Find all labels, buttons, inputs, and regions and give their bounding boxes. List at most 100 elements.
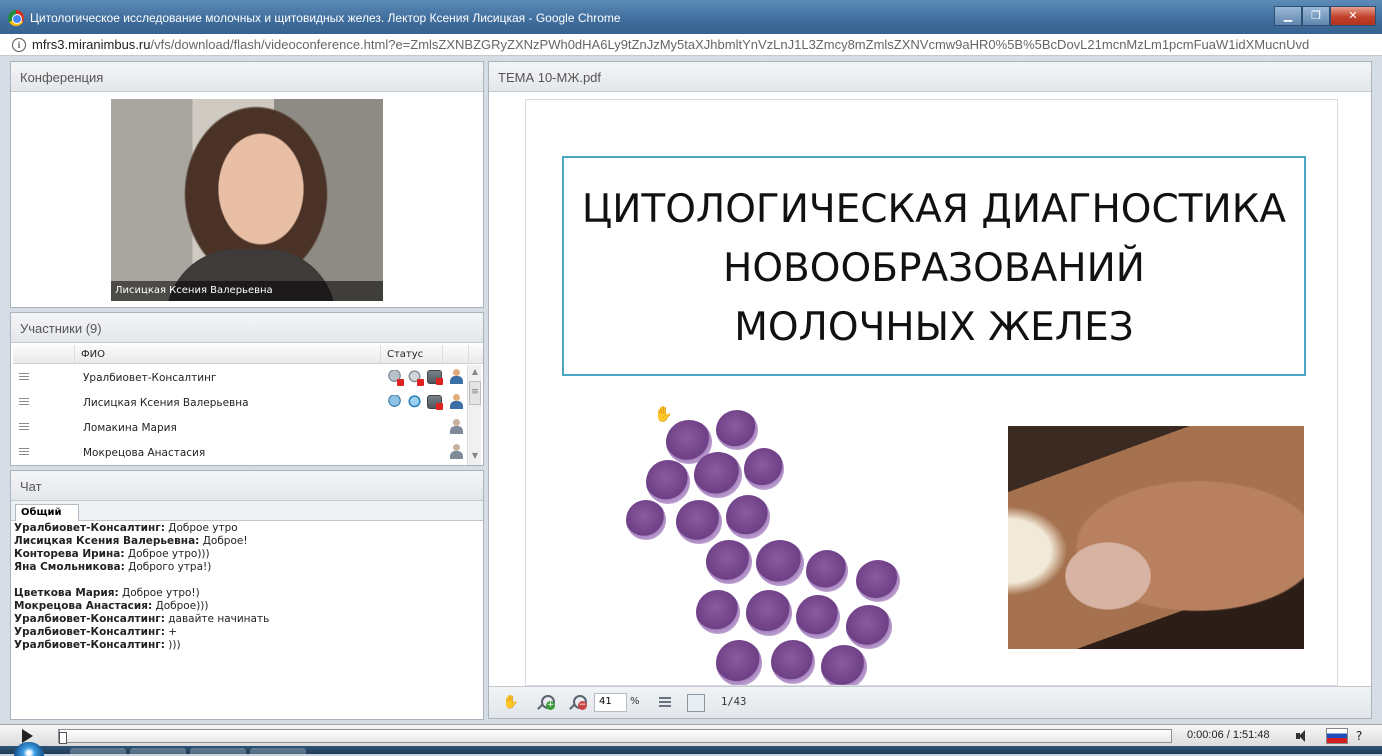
russian-flag-icon[interactable]	[1326, 728, 1348, 744]
participant-row[interactable]: Мокрецова Анастасия	[13, 440, 483, 465]
drag-handle-icon[interactable]	[19, 423, 29, 430]
info-icon[interactable]: i	[12, 38, 26, 52]
chat-text: Доброе!	[199, 535, 248, 547]
chat-author: Лисицкая Ксения Валерьевна:	[14, 535, 200, 547]
participant-name: Мокрецова Анастасия	[83, 447, 206, 459]
cell-shape	[756, 540, 804, 586]
microphone-off-icon[interactable]	[387, 370, 404, 386]
chat-panel-title: Чат	[11, 471, 483, 501]
participant-row[interactable]: Лисицкая Ксения Валерьевна	[13, 390, 483, 415]
restore-button[interactable]: ❐	[1302, 6, 1330, 26]
screen-off-icon[interactable]	[427, 395, 443, 410]
zoom-in-icon[interactable]: +	[535, 693, 555, 713]
scroll-up-arrow-icon[interactable]: ▲	[468, 365, 482, 379]
cell-shape	[771, 640, 815, 684]
header-role-col	[443, 345, 469, 363]
window-titlebar: Цитологическое исследование молочных и щ…	[0, 0, 1382, 34]
chat-message: Уралбиовет-Консалтинг: давайте начинать	[14, 613, 480, 626]
chat-text: Доброе утро!)	[118, 587, 200, 599]
cell-shape	[706, 540, 752, 584]
speaker-video: Лисицкая Ксения Валерьевна	[111, 99, 383, 301]
scroll-thumb[interactable]: ≡	[469, 381, 481, 405]
microphone-on-icon[interactable]	[387, 395, 402, 409]
chat-message: Мокрецова Анастасия: Доброе)))	[14, 600, 480, 613]
volume-icon[interactable]	[1296, 730, 1312, 742]
chat-author: Уралбиовет-Консалтинг:	[14, 613, 165, 625]
window-title: Цитологическое исследование молочных и щ…	[30, 11, 621, 25]
seek-handle[interactable]	[59, 732, 67, 744]
chat-author: Уралбиовет-Консалтинг:	[14, 522, 165, 534]
listener-user-icon	[450, 419, 463, 435]
cell-shape	[676, 500, 722, 544]
taskbar-item[interactable]	[250, 748, 306, 754]
minimize-button[interactable]: ▁	[1274, 6, 1302, 26]
cell-shape	[856, 560, 900, 602]
clinical-photo	[1008, 426, 1304, 649]
participant-row[interactable]: Уралбиовет-Консалтинг	[13, 365, 483, 390]
drag-handle-icon[interactable]	[19, 373, 29, 380]
chat-message: Уралбиовет-Консалтинг: )))	[14, 639, 480, 652]
clinical-photo-detail	[1008, 506, 1068, 596]
cell-shape	[716, 640, 762, 685]
chrome-icon	[8, 10, 24, 26]
screen-off-icon[interactable]	[427, 370, 443, 385]
slide-canvas[interactable]: ЦИТОЛОГИЧЕСКАЯ ДИАГНОСТИКА НОВООБРАЗОВАН…	[525, 99, 1338, 686]
url-path: /vfs/download/flash/videoconference.html…	[150, 37, 1310, 52]
participants-scrollbar[interactable]: ▲ ≡ ▼	[467, 365, 481, 465]
close-button[interactable]: ✕	[1330, 6, 1376, 26]
play-icon[interactable]	[22, 729, 33, 743]
fit-width-icon[interactable]	[659, 697, 671, 709]
page-indicator: 1/43	[721, 696, 747, 708]
cell-shape	[726, 495, 770, 539]
cell-shape	[806, 550, 848, 592]
chat-author: Уралбиовет-Консалтинг:	[14, 639, 165, 651]
cell-shape	[796, 595, 840, 639]
chat-text: )))	[164, 639, 181, 651]
fit-page-icon[interactable]	[687, 694, 705, 712]
drag-handle-icon[interactable]	[19, 448, 29, 455]
cell-shape	[646, 460, 690, 504]
presentation-panel: ТЕМА 10-МЖ.pdf ЦИТОЛОГИЧЕСКАЯ ДИАГНОСТИК…	[488, 61, 1372, 719]
chat-text: Доброе утро)))	[124, 548, 210, 560]
hand-tool-icon[interactable]: ✋	[501, 693, 521, 713]
drag-handle-icon[interactable]	[19, 398, 29, 405]
help-button[interactable]: ?	[1356, 729, 1362, 743]
chat-message-blank	[14, 574, 480, 587]
header-name-col[interactable]: ФИО	[75, 345, 381, 363]
header-status-col[interactable]: Статус	[381, 345, 443, 363]
url-text[interactable]: mfrs3.miranimbus.ru/vfs/download/flash/v…	[32, 37, 1309, 52]
address-bar[interactable]: i mfrs3.miranimbus.ru/vfs/download/flash…	[0, 34, 1382, 56]
taskbar-item[interactable]	[130, 748, 186, 754]
chat-author: Цветкова Мария:	[14, 587, 119, 599]
chat-message: Конторева Ирина: Доброе утро)))	[14, 548, 480, 561]
cytology-image	[606, 400, 936, 685]
chat-author: Яна Смольникова:	[14, 561, 125, 573]
chat-panel: Чат Общий Уралбиовет-Консалтинг: Доброе …	[10, 470, 484, 720]
header-drag-col	[13, 345, 75, 363]
camera-on-icon[interactable]	[407, 395, 422, 409]
seek-bar[interactable]	[58, 729, 1172, 744]
speaker-name-label: Лисицкая Ксения Валерьевна	[111, 281, 383, 301]
zoom-out-icon[interactable]: −	[567, 693, 587, 713]
slide-title-line: МОЛОЧНЫХ ЖЕЛЕЗ	[734, 305, 1134, 350]
cell-shape	[716, 410, 758, 450]
chat-text: Доброго утра!)	[124, 561, 212, 573]
participant-name: Уралбиовет-Консалтинг	[83, 372, 217, 384]
taskbar-item[interactable]	[190, 748, 246, 754]
conference-panel: Конференция Лисицкая Ксения Валерьевна	[10, 61, 484, 308]
camera-off-icon[interactable]	[407, 370, 424, 386]
scroll-down-arrow-icon[interactable]: ▼	[468, 449, 482, 463]
slide-title-box: ЦИТОЛОГИЧЕСКАЯ ДИАГНОСТИКА НОВООБРАЗОВАН…	[562, 156, 1306, 423]
participants-panel: Участники (9) ФИО Статус Уралбиовет-Конс…	[10, 312, 484, 466]
cell-shape	[746, 590, 792, 636]
zoom-percent-label: %	[630, 696, 640, 707]
chat-tab-general[interactable]: Общий	[15, 504, 79, 521]
slide-title-line: НОВООБРАЗОВАНИЙ	[723, 246, 1145, 291]
chat-message: Уралбиовет-Консалтинг: Доброе утро	[14, 522, 480, 535]
cell-shape	[846, 605, 892, 649]
chat-text: +	[164, 626, 178, 638]
zoom-input[interactable]: 41	[594, 693, 627, 712]
taskbar-item[interactable]	[70, 748, 126, 754]
chat-message: Уралбиовет-Консалтинг: +	[14, 626, 480, 639]
participant-row[interactable]: Ломакина Мария	[13, 415, 483, 440]
